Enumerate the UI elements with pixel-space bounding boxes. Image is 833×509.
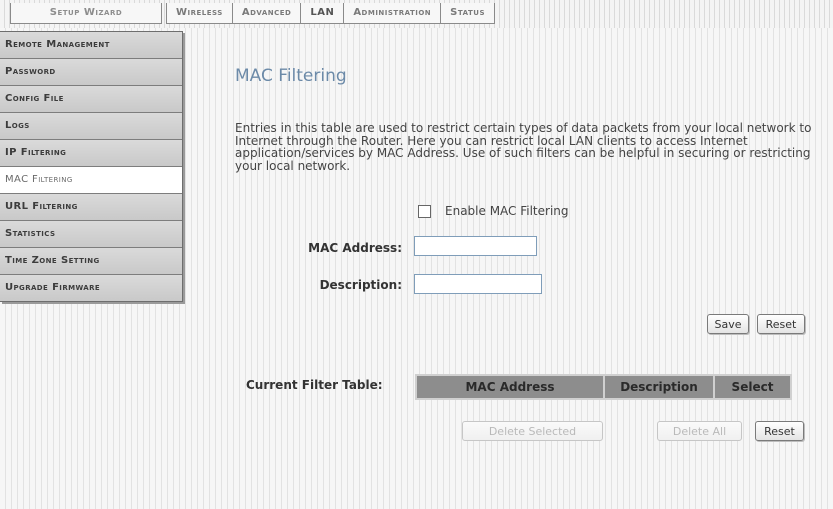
table-header-mac-address: MAC Address <box>417 376 603 398</box>
reset-table-button[interactable]: Reset <box>755 421 804 441</box>
sidebar-item-url-filtering[interactable]: URL Filtering <box>0 194 182 221</box>
table-header-description: Description <box>605 376 713 398</box>
page-description: Entries in this table are used to restri… <box>235 121 812 173</box>
page-title: MAC Filtering <box>235 66 347 86</box>
sidebar-item-remote-management[interactable]: Remote Management <box>0 32 182 59</box>
delete-all-button[interactable]: Delete All <box>657 421 742 441</box>
top-navigation: Setup Wizard Wireless Advanced LAN Admin… <box>0 0 833 28</box>
sidebar-item-password[interactable]: Password <box>0 59 182 86</box>
enable-mac-filtering-row: Enable MAC Filtering <box>418 204 569 218</box>
current-filter-table-label: Current Filter Table: <box>246 378 383 392</box>
sidebar-item-time-zone-setting[interactable]: Time Zone Setting <box>0 248 182 275</box>
top-tabs: Setup Wizard Wireless Advanced LAN Admin… <box>10 3 495 24</box>
description-label: Description: <box>319 278 402 292</box>
enable-mac-filtering-label: Enable MAC Filtering <box>445 204 569 218</box>
tab-lan[interactable]: LAN <box>300 3 345 24</box>
save-button[interactable]: Save <box>707 314 749 334</box>
mac-address-input[interactable] <box>414 236 537 256</box>
tab-setup-wizard[interactable]: Setup Wizard <box>10 3 162 24</box>
tab-administration[interactable]: Administration <box>343 3 442 24</box>
enable-mac-filtering-checkbox[interactable] <box>418 204 431 218</box>
sidebar-item-mac-filtering[interactable]: MAC Filtering <box>0 167 182 194</box>
tab-status[interactable]: Status <box>440 3 495 24</box>
sidebar-item-upgrade-firmware[interactable]: Upgrade Firmware <box>0 275 182 301</box>
description-input[interactable] <box>414 274 542 294</box>
reset-button[interactable]: Reset <box>757 314 805 334</box>
sidebar-item-ip-filtering[interactable]: IP Filtering <box>0 140 182 167</box>
mac-address-label: MAC Address: <box>308 241 402 255</box>
sidebar-item-statistics[interactable]: Statistics <box>0 221 182 248</box>
tab-advanced[interactable]: Advanced <box>231 3 302 24</box>
current-filter-table: MAC Address Description Select <box>415 374 792 400</box>
tab-wireless[interactable]: Wireless <box>166 3 233 24</box>
table-header-select: Select <box>715 376 790 398</box>
sidebar-item-logs[interactable]: Logs <box>0 113 182 140</box>
sidebar: Remote Management Password Config File L… <box>0 31 183 302</box>
delete-selected-button[interactable]: Delete Selected <box>462 421 603 441</box>
sidebar-item-config-file[interactable]: Config File <box>0 86 182 113</box>
